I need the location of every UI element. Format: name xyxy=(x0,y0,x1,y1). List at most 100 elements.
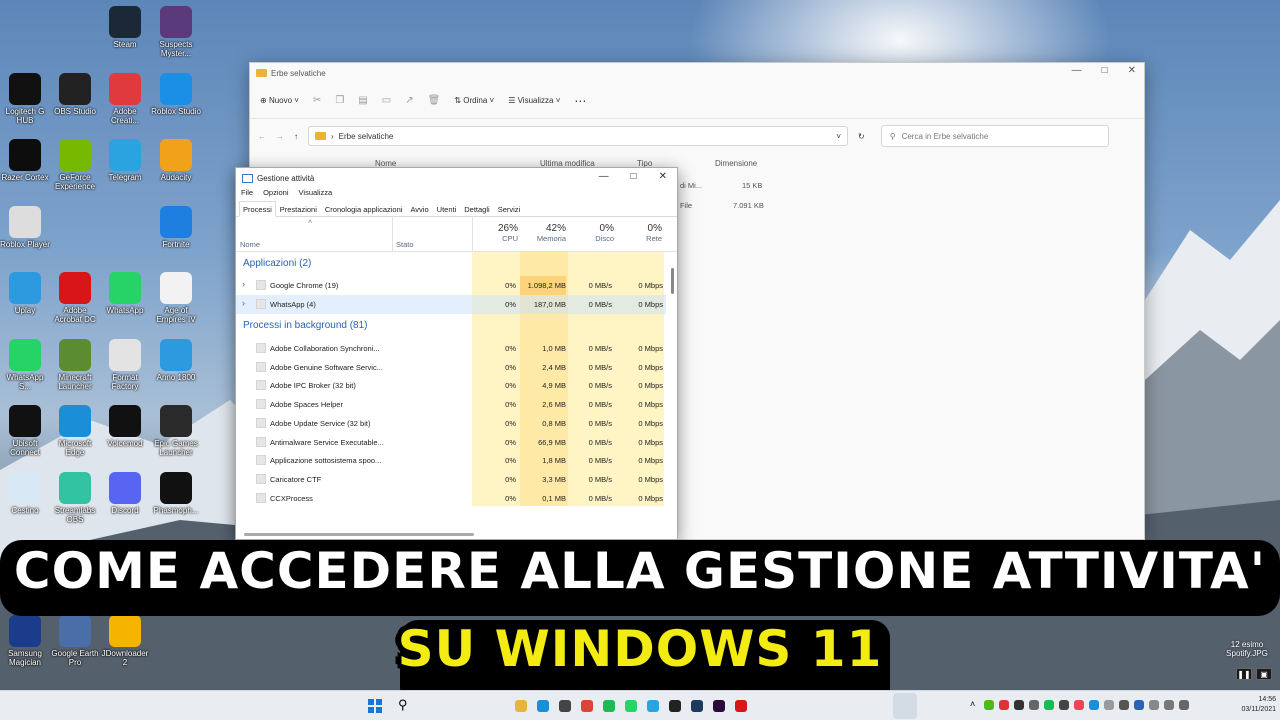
desktop-icon[interactable]: Microsoft Edge xyxy=(50,405,100,457)
tab-performance[interactable]: Prestazioni xyxy=(276,201,321,216)
process-row[interactable]: Adobe Spaces Helper 0% 2,6 MB 0 MB/s 0 Mbps xyxy=(236,395,666,414)
chevron-up-icon[interactable]: ˄ xyxy=(970,699,975,709)
process-row[interactable]: Adobe Update Service (32 bit) 0% 0,8 MB 0 M… xyxy=(236,414,666,433)
edge-icon[interactable] xyxy=(537,700,549,712)
desktop-icon[interactable]: Phasmoph... xyxy=(151,472,201,515)
more-icon[interactable]: ⋯ xyxy=(574,94,586,108)
tab-services[interactable]: Servizi xyxy=(494,201,525,216)
tray-icon[interactable] xyxy=(1119,700,1129,710)
horizontal-scrollbar[interactable] xyxy=(244,533,474,536)
premiere-icon[interactable] xyxy=(713,700,725,712)
tab-startup[interactable]: Avvio xyxy=(406,201,432,216)
desktop-icon[interactable]: Anno 1800 xyxy=(151,339,201,382)
desktop-icon[interactable]: Adobe Creati... xyxy=(100,73,150,125)
tray-icon[interactable] xyxy=(1044,700,1054,710)
desktop-icon[interactable]: Streamlabs OBS xyxy=(50,472,100,524)
column-size[interactable]: Dimensione xyxy=(715,159,757,168)
tray-icon[interactable] xyxy=(1029,700,1039,710)
desktop-icon[interactable]: WhatsApp xyxy=(100,272,150,315)
search-icon[interactable]: ⚲ xyxy=(398,697,408,713)
desktop-icon[interactable]: Razer Cortex xyxy=(0,139,50,182)
desktop-file-spotify[interactable]: 12 esimo Spotify.JPG xyxy=(1222,640,1272,658)
refresh-icon[interactable]: ↻ xyxy=(858,132,865,141)
screen-icon[interactable]: ▣ xyxy=(1256,668,1272,680)
start-button[interactable] xyxy=(368,699,382,713)
desktop-icon[interactable]: Suspects Myster... xyxy=(151,6,201,58)
new-button[interactable]: ⊕ Nuovo ˅ xyxy=(260,96,299,105)
desktop-icon[interactable]: Roblox Studio xyxy=(151,73,201,116)
obs-icon[interactable] xyxy=(669,700,681,712)
paste-icon[interactable]: ▤ xyxy=(358,95,367,106)
close-icon[interactable]: ✕ xyxy=(659,171,667,182)
delete-icon[interactable]: 🗑 xyxy=(428,95,441,106)
desktop-icon[interactable]: Minecraft Launcher xyxy=(50,339,100,391)
chevron-down-icon[interactable]: ˅ xyxy=(836,132,841,141)
desktop-icon[interactable]: Telegram xyxy=(100,139,150,182)
chevron-right-icon[interactable]: › xyxy=(242,298,245,308)
desktop-icon[interactable]: GeForce Experience xyxy=(50,139,100,191)
wifi-icon[interactable] xyxy=(1149,700,1159,710)
razer-tray-icon[interactable] xyxy=(984,700,994,710)
desktop-icon[interactable]: Roblox Player xyxy=(0,206,50,249)
desktop-icon[interactable]: Logitech G HUB xyxy=(0,73,50,125)
battery-icon[interactable] xyxy=(1179,700,1189,710)
group-applications[interactable]: Applicazioni (2) xyxy=(243,258,311,269)
header-status[interactable]: Stato xyxy=(396,240,414,249)
telegram-icon[interactable] xyxy=(647,700,659,712)
desktop-icon[interactable]: Age of Empires IV xyxy=(151,272,201,324)
desktop-icon[interactable]: Discord xyxy=(100,472,150,515)
header-memory[interactable]: 42% Memoria xyxy=(520,223,566,243)
up-icon[interactable]: ↑ xyxy=(294,132,298,141)
store-icon[interactable] xyxy=(559,700,571,712)
header-cpu[interactable]: 26% CPU xyxy=(472,223,518,243)
desktop-icon[interactable]: OBS Studio xyxy=(50,73,100,116)
desktop-icon[interactable]: Fortnite xyxy=(151,206,201,249)
minimize-icon[interactable]: — xyxy=(1072,65,1082,76)
tab-details[interactable]: Dettagli xyxy=(460,201,493,216)
desktop-icon[interactable]: Uplay xyxy=(0,272,50,315)
volume-icon[interactable] xyxy=(1164,700,1174,710)
bluetooth-icon[interactable] xyxy=(1134,700,1144,710)
process-row[interactable]: Applicazione sottosistema spoo... 0% 1,8 M… xyxy=(236,451,666,470)
process-row[interactable]: › Google Chrome (19) 0% 1.098,2 MB 0 MB/s 0 M… xyxy=(236,276,666,295)
address-bar[interactable]: › Erbe selvatiche ˅ xyxy=(308,126,848,146)
tab-app-history[interactable]: Cronologia applicazioni xyxy=(321,201,407,216)
share-icon[interactable]: ↗ xyxy=(405,95,413,106)
tray-icon[interactable] xyxy=(1014,700,1024,710)
minimize-icon[interactable]: — xyxy=(599,171,609,182)
task-manager-window[interactable]: Gestione attività — □ ✕ File Opzioni Vis… xyxy=(235,167,678,540)
chrome-icon[interactable] xyxy=(581,700,593,712)
vertical-scrollbar[interactable] xyxy=(671,268,674,294)
chevron-right-icon[interactable]: › xyxy=(242,279,245,289)
tab-processes[interactable]: Processi xyxy=(239,201,276,217)
copy-icon[interactable]: ❐ xyxy=(335,95,344,106)
cut-icon[interactable]: ✂ xyxy=(313,95,321,106)
process-row[interactable]: Adobe Genuine Software Servic... 0% 2,4 MB… xyxy=(236,358,666,377)
header-network[interactable]: 0% Rete xyxy=(616,223,662,243)
clock[interactable]: 14:56 03/11/2021 xyxy=(1241,695,1276,715)
explorer-icon[interactable] xyxy=(515,700,527,712)
process-row[interactable]: › WhatsApp (4) 0% 187,0 MB 0 MB/s 0 Mbps xyxy=(236,295,666,314)
spotify-icon[interactable] xyxy=(603,700,615,712)
process-row[interactable]: Adobe Collaboration Synchroni... 0% 1,0 MB… xyxy=(236,339,666,358)
header-disk[interactable]: 0% Disco xyxy=(568,223,614,243)
menu-view[interactable]: Visualizza xyxy=(299,188,333,201)
desktop-icon[interactable]: Epic Games Launcher xyxy=(151,405,201,457)
tray-icon[interactable] xyxy=(1104,700,1114,710)
desktop-icon[interactable]: Steam xyxy=(100,6,150,49)
desktop-icon[interactable]: Format Factory xyxy=(100,339,150,391)
view-button[interactable]: ☰ Visualizza ˅ xyxy=(508,96,560,105)
tray-icon[interactable] xyxy=(1059,700,1069,710)
close-icon[interactable]: ✕ xyxy=(1128,65,1136,76)
forward-icon[interactable]: → xyxy=(276,132,284,141)
back-icon[interactable]: ← xyxy=(258,132,266,141)
maximize-icon[interactable]: □ xyxy=(1102,65,1108,76)
tray-icon[interactable] xyxy=(1074,700,1084,710)
rename-icon[interactable]: ▭ xyxy=(382,95,391,106)
desktop-icon[interactable]: Voicemod xyxy=(100,405,150,448)
tray-icon[interactable] xyxy=(1089,700,1099,710)
process-row[interactable]: Caricatore CTF 0% 3,3 MB 0 MB/s 0 Mbps xyxy=(236,470,666,489)
menu-file[interactable]: File xyxy=(241,188,253,201)
sort-button[interactable]: ⇅ Ordina ˅ xyxy=(454,96,494,105)
process-row[interactable]: CCXProcess 0% 0,1 MB 0 MB/s 0 Mbps xyxy=(236,489,666,506)
